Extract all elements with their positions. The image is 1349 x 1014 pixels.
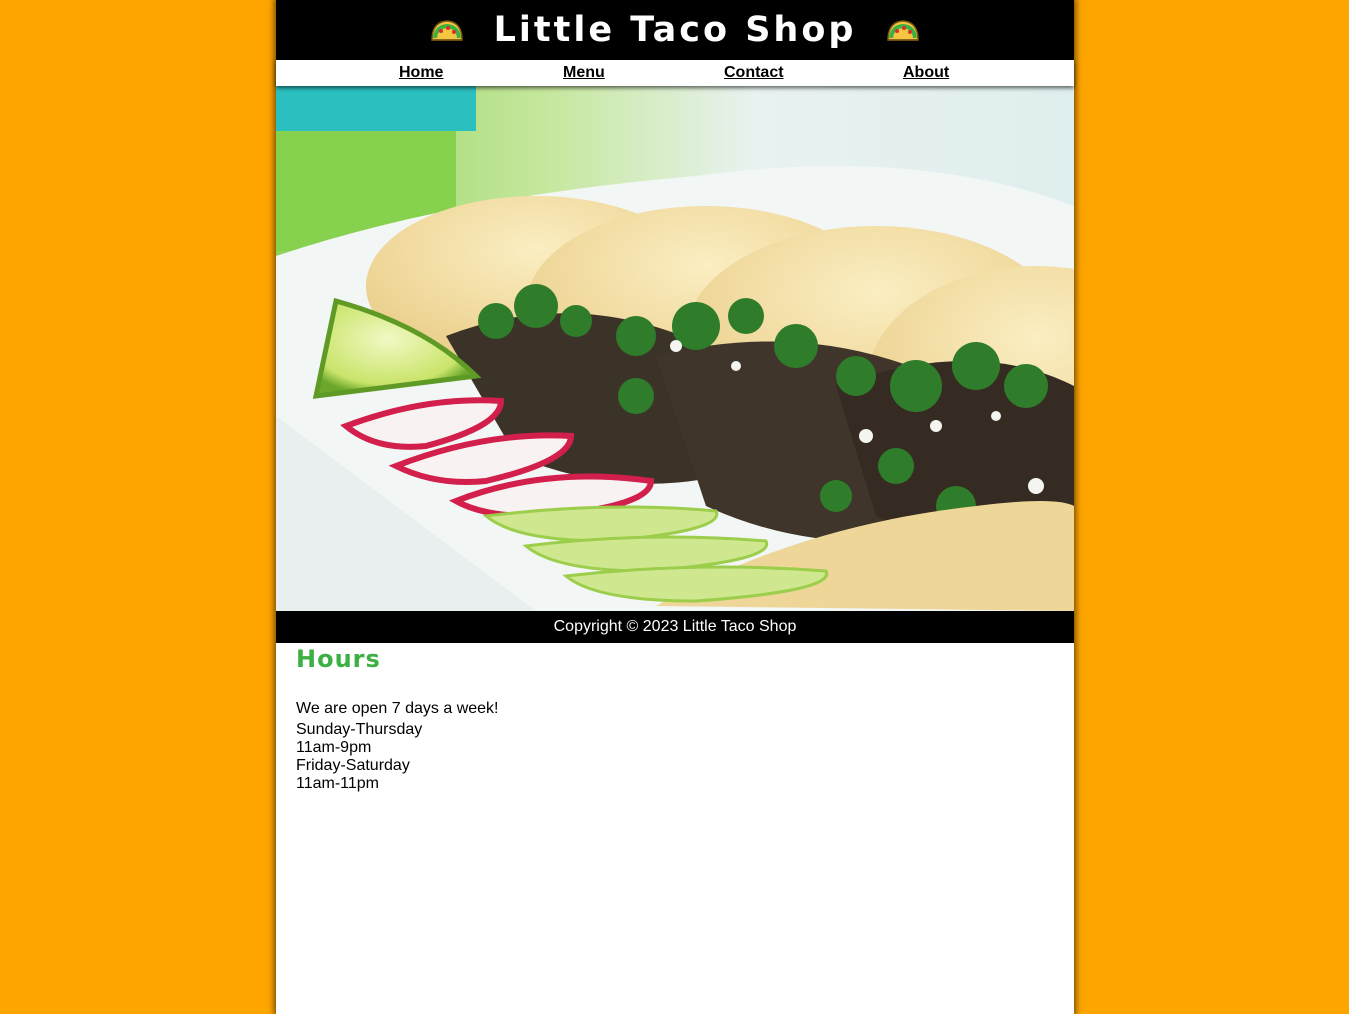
copyright-bar: Copyright © 2023 Little Taco Shop — [276, 611, 1074, 643]
nav-link-home[interactable]: Home — [399, 64, 443, 82]
schedule-line: Sunday-Thursday — [296, 721, 423, 738]
schedule-line: 11am-9pm — [296, 739, 372, 756]
page-container: Little Taco Shop Home Menu Contact About — [276, 0, 1074, 1014]
taco-icon — [887, 20, 920, 41]
hero-image — [276, 86, 1074, 611]
copyright-text: Copyright © 2023 Little Taco Shop — [553, 618, 797, 635]
taco-icon — [430, 20, 463, 41]
site-header: Little Taco Shop — [276, 0, 1074, 60]
schedule-line: 11am-11pm — [296, 775, 379, 792]
nav-link-about[interactable]: About — [903, 64, 949, 82]
tacos-photo — [276, 86, 1074, 611]
hours-schedule: Sunday-Thursday 11am-9pm Friday-Saturday… — [296, 721, 1054, 793]
nav-link-contact[interactable]: Contact — [724, 64, 784, 82]
hours-section: Hours We are open 7 days a week! Sunday-… — [276, 645, 1074, 793]
site-title: Little Taco Shop — [493, 10, 857, 50]
schedule-line: Friday-Saturday — [296, 757, 410, 774]
hours-heading: Hours — [296, 645, 381, 673]
main-nav: Home Menu Contact About — [276, 60, 1074, 86]
hours-intro: We are open 7 days a week! — [296, 700, 499, 717]
nav-link-menu[interactable]: Menu — [563, 64, 605, 82]
